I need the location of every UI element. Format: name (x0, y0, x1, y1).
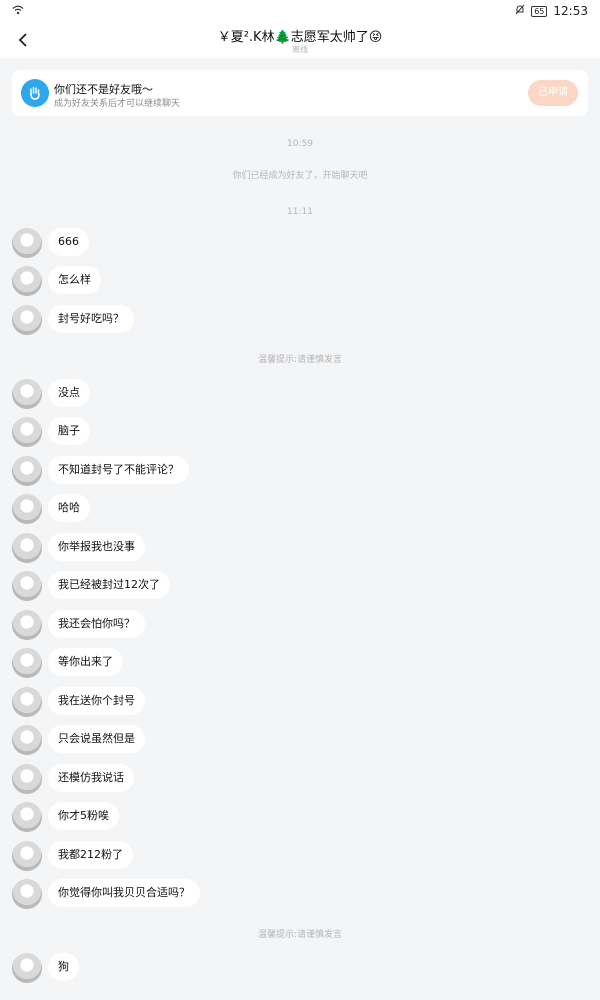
message-bubble[interactable]: 你才5粉唉 (48, 802, 119, 830)
avatar[interactable] (12, 379, 42, 409)
nav-bar: ￥夏².K林🌲志愿军太帅了😝 离线 (0, 22, 600, 58)
online-status: 离线 (292, 45, 308, 54)
message-bubble[interactable]: 狗 (48, 953, 79, 981)
friend-request-banner: 你们还不是好友哦～ 成为好友关系后才可以继续聊天 已申请 (12, 70, 588, 116)
avatar[interactable] (12, 456, 42, 486)
avatar[interactable] (12, 841, 42, 871)
system-warning: 温馨提示:请谨慎发言 (257, 355, 343, 365)
avatar[interactable] (12, 494, 42, 524)
avatar[interactable] (12, 571, 42, 601)
avatar[interactable] (12, 266, 42, 296)
banner-subtitle: 成为好友关系后才可以继续聊天 (54, 99, 181, 109)
message-bubble[interactable]: 我已经被封过12次了 (48, 571, 170, 599)
avatar[interactable] (12, 879, 42, 909)
message-bubble[interactable]: 我在送你个封号 (48, 687, 145, 715)
message-bubble[interactable]: 我还会怕你吗？ (48, 610, 145, 638)
avatar[interactable] (12, 610, 42, 640)
avatar[interactable] (12, 648, 42, 678)
banner-title: 你们还不是好友哦～ (54, 83, 153, 96)
message-bubble[interactable]: 封号好吃吗？ (48, 305, 134, 333)
system-message: 你们已经成为好友了，开始聊天吧 (232, 171, 368, 181)
message-bubble[interactable]: 哈哈 (48, 494, 90, 522)
avatar[interactable] (12, 228, 42, 258)
avatar[interactable] (12, 305, 42, 335)
message-bubble[interactable]: 脑子 (48, 417, 90, 445)
message-bubble[interactable]: 我都212粉了 (48, 841, 133, 869)
page-title: ￥夏².K林🌲志愿军太帅了😝 (217, 30, 383, 45)
timestamp: 10:59 (287, 139, 313, 149)
battery-indicator: 65 (531, 5, 548, 17)
avatar[interactable] (12, 802, 42, 832)
message-bubble[interactable]: 666 (48, 228, 89, 256)
avatar[interactable] (12, 417, 42, 447)
status-bar: 65 12:53 (0, 0, 600, 22)
message-bubble[interactable]: 等你出来了 (48, 648, 123, 676)
avatar[interactable] (12, 953, 42, 983)
bell-off-icon (515, 4, 525, 18)
avatar[interactable] (12, 725, 42, 755)
message-bubble[interactable]: 没点 (48, 379, 90, 407)
system-warning: 温馨提示:请谨慎发言 (257, 930, 343, 940)
message-bubble[interactable]: 怎么样 (48, 266, 101, 294)
message-bubble[interactable]: 你举报我也没事 (48, 533, 145, 561)
wave-hand-icon (21, 79, 49, 107)
message-bubble[interactable]: 你觉得你叫我贝贝合适吗？ (48, 879, 200, 907)
avatar[interactable] (12, 764, 42, 794)
timestamp: 11:11 (287, 207, 313, 217)
message-bubble[interactable]: 还模仿我说话 (48, 764, 134, 792)
wifi-icon (12, 4, 24, 18)
avatar[interactable] (12, 533, 42, 563)
message-bubble[interactable]: 只会说虽然但是 (48, 725, 145, 753)
applied-button[interactable]: 已申请 (528, 80, 578, 106)
clock: 12:53 (553, 4, 588, 18)
message-bubble[interactable]: 不知道封号了不能评论？ (48, 456, 189, 484)
avatar[interactable] (12, 687, 42, 717)
